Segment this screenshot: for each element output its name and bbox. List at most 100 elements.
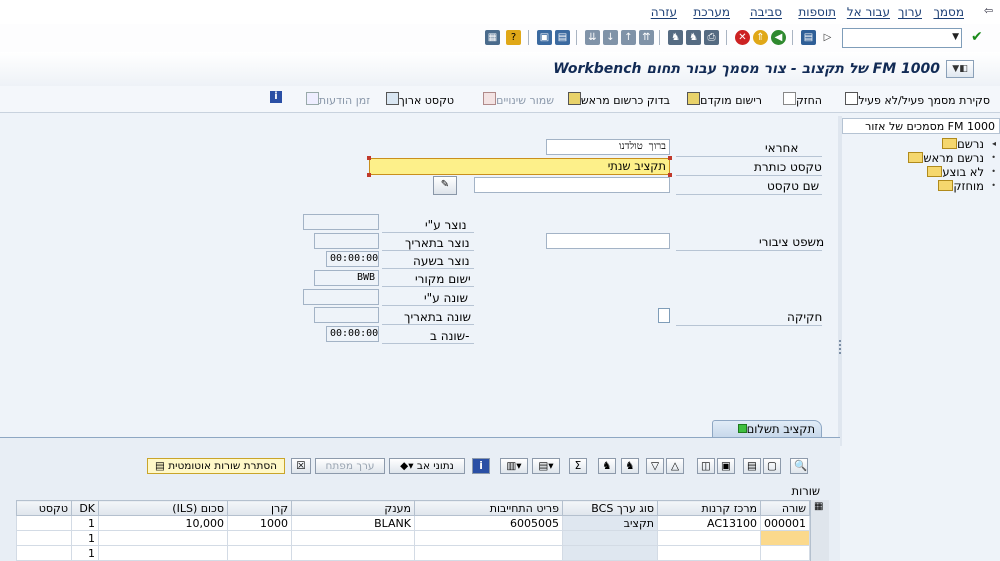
cancel-icon[interactable]: ✕ [735,30,750,45]
save-changes-button[interactable]: שמור שינויים [480,92,554,107]
info-icon[interactable]: i [270,91,282,103]
cell-commitment-item[interactable]: 6005005 [414,515,563,531]
menu-help[interactable]: עזרה [651,5,677,19]
long-text-button[interactable]: טקסט ארוך [383,92,454,107]
cell-fund[interactable]: 1000 [227,515,292,531]
cell-commitment-item[interactable] [414,530,563,546]
key-value-button[interactable]: ערך מפתח [315,458,385,474]
cell-fund-center[interactable] [657,530,761,546]
public-law-field[interactable] [546,233,670,249]
text-name-lookup-button[interactable]: ✎ [433,176,457,195]
table-row[interactable]: 000001 AC13100 תקציב 6005005 BLANK 1000 … [16,515,810,531]
column-header[interactable]: מרכז קרנות [657,500,761,516]
insert-row-icon[interactable]: ▢ [763,458,781,474]
table-row[interactable]: 1 [16,530,810,546]
back-icon[interactable]: ◀ [771,30,786,45]
find-next-icon[interactable]: ♞ [598,458,616,474]
help-icon[interactable]: ? [506,30,521,45]
toggle-overview-button[interactable]: סקירת מסמך פעיל/לא פעיל [842,92,990,107]
tab-payment-budget[interactable]: תקציב תשלום [712,420,822,438]
screen-menu-icon[interactable]: ▼◧ [946,60,974,78]
save-icon[interactable]: ▤ [801,30,816,45]
cell-grant[interactable] [291,530,415,546]
print-icon[interactable]: ⎙ [704,30,719,45]
first-page-icon[interactable]: ⇈ [639,30,654,45]
cell-bcs-value-type[interactable] [562,530,658,546]
column-header[interactable]: סוג ערך BCS [562,500,658,516]
expand-arrow-icon[interactable]: ◂ [992,139,996,148]
cell-fund[interactable] [227,545,292,561]
sum-icon[interactable]: Σ [569,458,587,474]
table-row[interactable]: 1 [16,545,810,561]
column-header[interactable]: DK [71,500,99,516]
column-header[interactable]: פריט התחייבות [414,500,563,516]
find-icon[interactable]: ♞ [686,30,701,45]
check-button[interactable]: בדוק כרשום מראש [565,92,670,107]
tree-node-preposted[interactable]: • נרשם מראש [905,151,996,165]
cell-grant[interactable]: BLANK [291,515,415,531]
info-icon[interactable]: i [472,458,490,474]
hold-button[interactable]: החזק [780,92,822,107]
tree-node-held[interactable]: • מוחזק [935,179,996,193]
tree-node-posted[interactable]: ◂ נרשם [939,137,996,151]
previous-page-icon[interactable]: ↑ [621,30,636,45]
shortcut-icon[interactable]: ▤ [555,30,570,45]
cell-fund-center[interactable]: AC13100 [657,515,761,531]
cell-fund[interactable] [227,530,292,546]
print-preview-icon[interactable]: ▤▾ [532,458,560,474]
append-row-icon[interactable]: ◫ [697,458,715,474]
master-data-button[interactable]: ◆▾ נתוני אב [389,458,465,474]
responsible-field[interactable]: ברוך טולדנו [546,139,670,155]
command-arrow-icon[interactable]: ▷ [820,30,835,45]
cell-text[interactable] [16,545,72,561]
park-button[interactable]: רישום מוקדם [684,92,762,107]
cell-amount[interactable] [98,545,228,561]
sort-asc-icon[interactable]: △ [666,458,684,474]
layout-icon[interactable]: ▦ [485,30,500,45]
chevron-down-icon[interactable]: ▼ [952,32,959,42]
menu-extras[interactable]: תוספות [798,5,836,19]
find-next-icon[interactable]: ♞ [668,30,683,45]
cell-fund-center[interactable] [657,545,761,561]
export-icon[interactable]: ▥▾ [500,458,528,474]
cell-line[interactable] [760,545,810,561]
delete-row-icon[interactable]: ▤ [743,458,761,474]
cell-bcs-value-type[interactable]: תקציב [562,515,658,531]
exit-icon[interactable]: ⇑ [753,30,768,45]
menu-goto[interactable]: עבור אל [847,5,890,19]
next-page-icon[interactable]: ↓ [603,30,618,45]
row-selector-column[interactable]: ▦ [810,500,829,561]
column-header[interactable]: סכום (ILS) [98,500,228,516]
cell-amount[interactable]: 10,000 [98,515,228,531]
cell-dk[interactable]: 1 [71,545,99,561]
column-header[interactable]: מענק [291,500,415,516]
hide-auto-rows-button[interactable]: ▤ הסתרת שורות אוטומטית [147,458,285,474]
exit-icon[interactable]: ⇦ [984,4,996,17]
cell-text[interactable] [16,515,72,531]
details-icon[interactable]: 🔍 [790,458,808,474]
filter-icon[interactable]: ▽ [646,458,664,474]
column-header[interactable]: שורה [760,500,810,516]
command-field[interactable]: ▼ [842,28,962,48]
menu-edit[interactable]: ערוך [898,5,922,19]
cell-line[interactable]: 000001 [760,515,810,531]
menu-environment[interactable]: סביבה [750,5,782,19]
text-name-field[interactable] [474,177,670,193]
menu-system[interactable]: מערכת [693,5,730,19]
header-text-field[interactable]: תקציב שנתי [369,158,670,175]
message-time-button[interactable]: זמן הודעות [303,92,370,107]
column-header[interactable]: קרן [227,500,292,516]
cell-commitment-item[interactable] [414,545,563,561]
last-page-icon[interactable]: ⇊ [585,30,600,45]
select-all-icon[interactable]: ▦ [814,501,823,512]
cell-grant[interactable] [291,545,415,561]
enter-icon[interactable]: ✔ [971,29,983,45]
cell-bcs-value-type[interactable] [562,545,658,561]
legislation-checkbox[interactable] [658,308,670,323]
copy-row-icon[interactable]: ▣ [717,458,735,474]
find-icon[interactable]: ♞ [621,458,639,474]
cell-dk[interactable]: 1 [71,530,99,546]
menu-document[interactable]: מסמך [933,5,964,19]
create-session-icon[interactable]: ▣ [537,30,552,45]
layout-icon[interactable]: ☒ [291,458,311,474]
